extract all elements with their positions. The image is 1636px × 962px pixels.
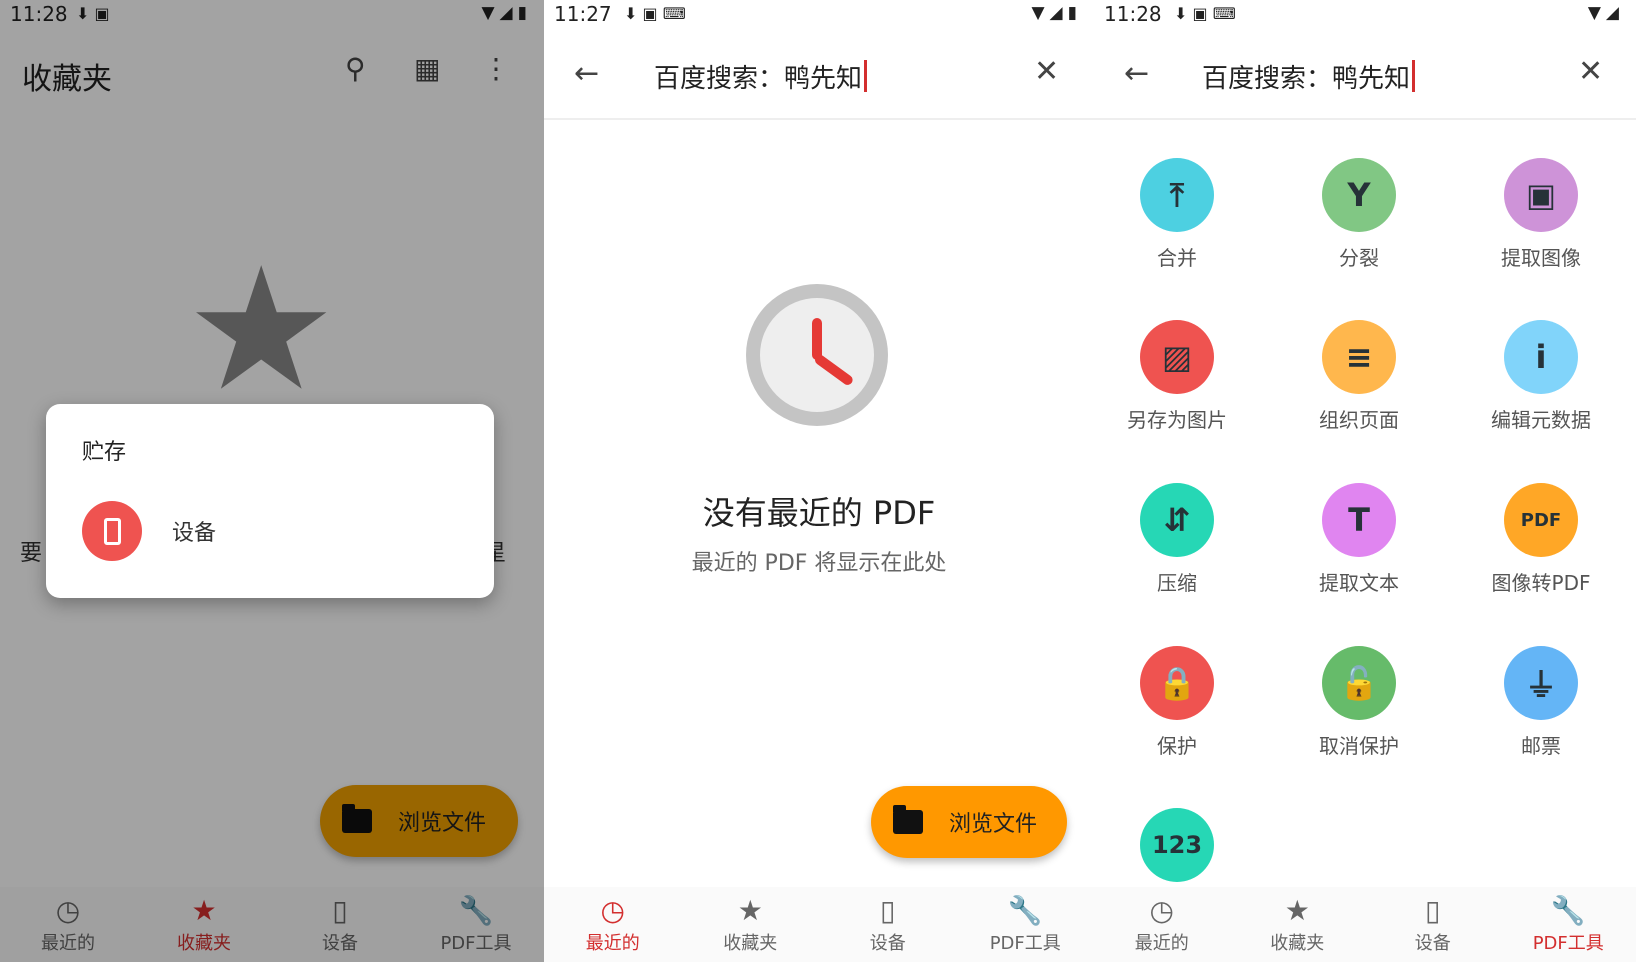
stamp-icon: ⏚ bbox=[1504, 646, 1578, 720]
nav-label: 收藏夹 bbox=[723, 932, 778, 954]
tool-label: 保护 bbox=[1157, 734, 1197, 758]
nav-device[interactable]: ▯ 设备 bbox=[819, 887, 957, 962]
download-icon: ⬇ ▣ ⌨ bbox=[624, 4, 686, 23]
tool-unlock[interactable]: 🔓 取消保护 bbox=[1284, 646, 1434, 759]
nav-favorites[interactable]: ★ 收藏夹 bbox=[682, 887, 820, 962]
folder-icon bbox=[893, 805, 923, 834]
nav-label: PDF工具 bbox=[989, 932, 1061, 954]
nav-recent[interactable]: ◷ 最近的 bbox=[544, 887, 682, 962]
nav-label: 最近的 bbox=[1134, 932, 1189, 954]
browse-files-label: 浏览文件 bbox=[949, 812, 1038, 837]
info-icon: i bbox=[1504, 320, 1578, 394]
compress-icon: ⇵ bbox=[1140, 483, 1214, 557]
signal-icons: ▼◢▮ bbox=[1031, 3, 1082, 23]
storage-device-label: 设备 bbox=[172, 521, 217, 546]
search-bar: ← 百度搜索：鸭先知 ✕ bbox=[544, 30, 1094, 120]
tool-compress[interactable]: ⇵ 压缩 bbox=[1102, 483, 1252, 596]
storage-device-option[interactable]: 设备 bbox=[82, 500, 462, 562]
nav-recent[interactable]: ◷ 最近的 bbox=[1094, 887, 1230, 962]
signal-icons: ▼◢ bbox=[1587, 3, 1624, 23]
pdf-icon: PDF bbox=[1504, 483, 1578, 557]
phone-icon: ▯ bbox=[880, 893, 896, 927]
tool-label: 压缩 bbox=[1157, 571, 1197, 595]
nav-device[interactable]: ▯ 设备 bbox=[1365, 887, 1501, 962]
dialog-title: 贮存 bbox=[82, 440, 127, 465]
page-number-icon: 123 bbox=[1140, 808, 1214, 882]
wrench-icon: 🔧 bbox=[1007, 893, 1043, 927]
clock-icon bbox=[746, 284, 888, 426]
back-arrow-icon[interactable]: ← bbox=[1124, 56, 1149, 91]
tool-label: 合并 bbox=[1157, 246, 1197, 270]
tool-split[interactable]: Y 分裂 bbox=[1284, 158, 1434, 271]
nav-label: PDF工具 bbox=[1532, 932, 1604, 954]
favorites-screen: 11:28 ⬇ ▣ ▼◢▮ 收藏夹 ⚲ ▦ ⋮ ★ 要 星 浏览文件 ◷ 最近的 … bbox=[0, 0, 544, 962]
merge-icon: ⤒ bbox=[1140, 158, 1214, 232]
nav-label: 设备 bbox=[869, 932, 906, 954]
clock-icon: ◷ bbox=[1149, 893, 1174, 927]
nav-pdf-tools[interactable]: 🔧 PDF工具 bbox=[957, 887, 1095, 962]
pdf-tools-screen: 11:28 ⬇ ▣ ⌨ ▼◢ ← 百度搜索：鸭先知 ✕ ⤒ 合并 Y 分裂 ▣ 提取图像 ▨… bbox=[1094, 0, 1636, 962]
tool-text[interactable]: T 提取文本 bbox=[1284, 483, 1434, 596]
status-bar: 11:27 ⬇ ▣ ⌨ ▼◢▮ bbox=[544, 0, 1094, 28]
tool-label: 编辑元数据 bbox=[1491, 408, 1591, 432]
phone-icon: ▯ bbox=[1425, 893, 1441, 927]
nav-label: 收藏夹 bbox=[1270, 932, 1325, 954]
phone-icon bbox=[82, 501, 142, 561]
wrench-icon: 🔧 bbox=[1550, 893, 1586, 927]
clear-icon[interactable]: ✕ bbox=[1578, 54, 1603, 89]
tool-label: 另存为图片 bbox=[1127, 408, 1227, 432]
nav-label: 最近的 bbox=[585, 932, 640, 954]
text-icon: T bbox=[1322, 483, 1396, 557]
tool-stamp[interactable]: ⏚ 邮票 bbox=[1466, 646, 1616, 759]
storage-dialog: 贮存 设备 bbox=[46, 404, 494, 598]
clear-icon[interactable]: ✕ bbox=[1034, 54, 1059, 89]
star-icon: ★ bbox=[737, 893, 763, 927]
tool-image-extract[interactable]: ▣ 提取图像 bbox=[1466, 158, 1616, 271]
image-extract-icon: ▣ bbox=[1504, 158, 1578, 232]
search-input[interactable]: 百度搜索：鸭先知 bbox=[654, 58, 867, 95]
nav-favorites[interactable]: ★ 收藏夹 bbox=[1230, 887, 1366, 962]
save-image-icon: ▨ bbox=[1140, 320, 1214, 394]
tool-organize[interactable]: ≡ 组织页面 bbox=[1284, 320, 1434, 433]
tool-label: 邮票 bbox=[1521, 734, 1561, 758]
status-time: 11:28 bbox=[1104, 2, 1162, 26]
unlock-icon: 🔓 bbox=[1322, 646, 1396, 720]
nav-pdf-tools[interactable]: 🔧 PDF工具 bbox=[1501, 887, 1636, 962]
status-time: 11:27 bbox=[554, 2, 612, 26]
recent-screen: 11:27 ⬇ ▣ ⌨ ▼◢▮ ← 百度搜索：鸭先知 ✕ 没有最近的 PDF 最… bbox=[544, 0, 1094, 962]
tool-label: 取消保护 bbox=[1319, 734, 1399, 758]
tool-pdf[interactable]: PDF 图像转PDF bbox=[1466, 483, 1616, 596]
bottom-navigation: ◷ 最近的 ★ 收藏夹 ▯ 设备 🔧 PDF工具 bbox=[544, 887, 1094, 962]
tool-label: 分裂 bbox=[1339, 246, 1379, 270]
tool-label: 组织页面 bbox=[1319, 408, 1399, 432]
nav-label: 设备 bbox=[1414, 932, 1451, 954]
star-icon: ★ bbox=[1284, 893, 1310, 927]
download-icon: ⬇ ▣ ⌨ bbox=[1174, 4, 1236, 23]
organize-icon: ≡ bbox=[1322, 320, 1396, 394]
empty-state-title: 没有最近的 PDF bbox=[702, 494, 936, 532]
search-bar: ← 百度搜索：鸭先知 ✕ bbox=[1094, 30, 1636, 120]
tool-lock[interactable]: 🔒 保护 bbox=[1102, 646, 1252, 759]
back-arrow-icon[interactable]: ← bbox=[574, 56, 599, 91]
tool-save-image[interactable]: ▨ 另存为图片 bbox=[1102, 320, 1252, 433]
empty-state-subtitle: 最近的 PDF 将显示在此处 bbox=[691, 551, 947, 576]
lock-icon: 🔒 bbox=[1140, 646, 1214, 720]
tool-merge[interactable]: ⤒ 合并 bbox=[1102, 158, 1252, 271]
clock-icon: ◷ bbox=[600, 893, 625, 927]
split-icon: Y bbox=[1322, 158, 1396, 232]
tool-label: 提取文本 bbox=[1319, 571, 1399, 595]
status-bar: 11:28 ⬇ ▣ ⌨ ▼◢ bbox=[1094, 0, 1636, 28]
bottom-navigation: ◷ 最近的 ★ 收藏夹 ▯ 设备 🔧 PDF工具 bbox=[1094, 887, 1636, 962]
tool-label: 提取图像 bbox=[1501, 246, 1581, 270]
search-input[interactable]: 百度搜索：鸭先知 bbox=[1202, 58, 1415, 95]
tool-info[interactable]: i 编辑元数据 bbox=[1466, 320, 1616, 433]
tool-page-number[interactable]: 123 bbox=[1102, 808, 1252, 892]
tool-label: 图像转PDF bbox=[1491, 571, 1591, 595]
browse-files-button[interactable]: 浏览文件 bbox=[871, 786, 1067, 858]
